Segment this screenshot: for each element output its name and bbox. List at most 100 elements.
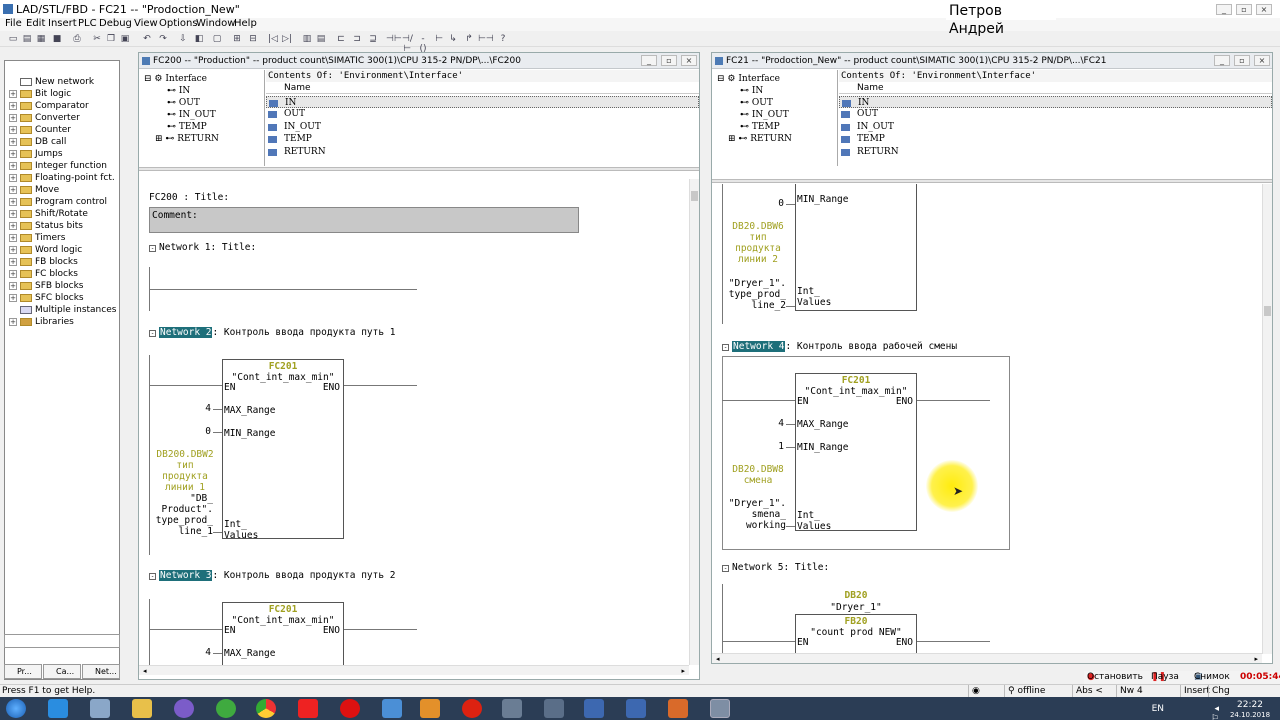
- expand-icon[interactable]: +: [9, 126, 17, 134]
- network-2-title[interactable]: - Network 2: Контроль ввода продукта путь…: [149, 327, 396, 338]
- prev-network-icon[interactable]: |◁: [268, 34, 278, 44]
- contents-row-in[interactable]: IN: [266, 96, 699, 108]
- collapse-icon[interactable]: -: [722, 344, 729, 351]
- iface-temp[interactable]: ⊷ TEMP: [740, 121, 780, 133]
- horizontal-scrollbar[interactable]: ◂ ▸: [139, 665, 689, 675]
- tray-icons[interactable]: ◂ ⚐ ▮ ◀): [1206, 704, 1222, 720]
- child-maximize-button[interactable]: ▫: [1234, 55, 1250, 66]
- catalog-item-jumps[interactable]: + Jumps: [5, 148, 119, 160]
- operand-symbol[interactable]: "Dryer_1".: [722, 278, 786, 289]
- block-comment-box[interactable]: Comment:: [149, 207, 579, 233]
- operand-symbol[interactable]: smena_: [722, 509, 786, 520]
- documents-icon[interactable]: [90, 699, 110, 718]
- close-button[interactable]: ×: [1256, 4, 1272, 15]
- expand-icon[interactable]: +: [9, 102, 17, 110]
- iface-in[interactable]: ⊷ IN: [167, 85, 190, 97]
- expand-icon[interactable]: +: [9, 246, 17, 254]
- menu-edit[interactable]: Edit: [26, 18, 45, 29]
- cfc-icon[interactable]: [584, 699, 604, 718]
- network-5-title[interactable]: - Network 5: Title:: [722, 562, 829, 573]
- instance-db-name[interactable]: "Dryer_1": [795, 602, 917, 613]
- catalog-item-multiple-instances[interactable]: Multiple instances: [5, 304, 119, 316]
- menu-options[interactable]: Options: [159, 18, 198, 29]
- nc-contact-icon[interactable]: ⊣/⊢: [402, 34, 413, 54]
- tab-networks[interactable]: Net...: [82, 664, 120, 679]
- block-title[interactable]: FC200 : Title:: [149, 192, 229, 203]
- operand-address[interactable]: DB20.DBW6: [722, 221, 794, 232]
- expand-icon[interactable]: +: [9, 150, 17, 158]
- collapse-icon[interactable]: -: [149, 573, 156, 580]
- expand-icon[interactable]: +: [9, 198, 17, 206]
- empty-box-icon[interactable]: ⊢: [434, 34, 444, 44]
- operand-symbol[interactable]: type_prod_: [149, 515, 213, 526]
- catalog-item-floating-point[interactable]: + Floating-point fct.: [5, 172, 119, 184]
- expand-icon[interactable]: +: [9, 234, 17, 242]
- module-info-icon[interactable]: ⊞: [232, 34, 242, 44]
- print-icon[interactable]: ⎙: [72, 34, 82, 44]
- catalog-item-integer-function[interactable]: + Integer function: [5, 160, 119, 172]
- operand-symbol[interactable]: "Dryer_1".: [722, 498, 786, 509]
- lad-icon[interactable]: ⊏: [336, 34, 346, 44]
- menu-file[interactable]: File: [5, 18, 22, 29]
- ref-data-icon[interactable]: ⊟: [248, 34, 258, 44]
- network-4-title[interactable]: - Network 4: Контроль ввода рабочей смены: [722, 341, 957, 352]
- child-close-button[interactable]: ×: [681, 55, 697, 66]
- vertical-scrollbar[interactable]: [689, 179, 699, 665]
- monitor-icon[interactable]: ◧: [194, 34, 204, 44]
- contents-row-in-out[interactable]: IN_OUT: [266, 121, 699, 133]
- instance-db[interactable]: DB20: [795, 590, 917, 601]
- chrome-icon[interactable]: [256, 699, 276, 718]
- min-range-value[interactable]: 1: [752, 441, 784, 452]
- catalog-item-sfc-blocks[interactable]: + SFC blocks: [5, 292, 119, 304]
- scroll-right-icon[interactable]: ▸: [681, 667, 685, 675]
- scroll-right-icon[interactable]: ▸: [1254, 655, 1258, 663]
- catalog-item-converter[interactable]: + Converter: [5, 112, 119, 124]
- iface-in[interactable]: ⊷ IN: [740, 85, 763, 97]
- minimize-button[interactable]: _: [1216, 4, 1232, 15]
- no-contact-icon[interactable]: ⊣⊢: [386, 34, 402, 44]
- fc201-block[interactable]: FC201 "Cont_int_max_min" EN ENO MAX_Rang…: [795, 373, 917, 532]
- catalog-item-timers[interactable]: + Timers: [5, 232, 119, 244]
- fc201-block[interactable]: FC201 "Cont_int_max_min" EN ENO MAX_Rang…: [222, 359, 344, 541]
- child-maximize-button[interactable]: ▫: [661, 55, 677, 66]
- undo-icon[interactable]: ↶: [142, 34, 152, 44]
- coil-icon[interactable]: -(): [418, 34, 428, 54]
- menu-plc[interactable]: PLC: [78, 18, 97, 29]
- maximize-button[interactable]: ▫: [1236, 4, 1252, 15]
- expand-icon[interactable]: +: [9, 174, 17, 182]
- iface-temp[interactable]: ⊷ TEMP: [167, 121, 207, 133]
- ie-icon[interactable]: [48, 699, 68, 718]
- expand-icon[interactable]: +: [9, 294, 17, 302]
- operand-symbol[interactable]: type_prod_: [722, 289, 786, 300]
- expand-icon[interactable]: +: [9, 138, 17, 146]
- catalog-item-counter[interactable]: + Counter: [5, 124, 119, 136]
- utorrent-icon[interactable]: [216, 699, 236, 718]
- details-icon[interactable]: ▤: [316, 34, 326, 44]
- clock-date[interactable]: 24.10.2018: [1226, 711, 1274, 719]
- catalog-item-shift-rotate[interactable]: + Shift/Rotate: [5, 208, 119, 220]
- yandex-icon[interactable]: [298, 699, 318, 718]
- cut-icon[interactable]: ✂: [92, 34, 102, 44]
- menu-window[interactable]: Window: [196, 18, 235, 29]
- expand-icon[interactable]: +: [9, 270, 17, 278]
- recorder-app-icon[interactable]: [668, 699, 688, 718]
- iface-in-out[interactable]: ⊷ IN_OUT: [167, 109, 216, 121]
- branch-icon[interactable]: ⊐: [352, 34, 362, 44]
- contents-row-return[interactable]: RETURN: [839, 146, 1272, 158]
- close-branch-icon[interactable]: ⊒: [368, 34, 378, 44]
- close-branch2-icon[interactable]: ↱: [464, 34, 474, 44]
- operand-symbol[interactable]: working: [722, 520, 786, 531]
- catalog-item-sfb-blocks[interactable]: + SFB blocks: [5, 280, 119, 292]
- scroll-thumb[interactable]: [1264, 306, 1271, 316]
- lad-editor-icon[interactable]: [710, 699, 730, 718]
- catalog-item-libraries[interactable]: + Libraries: [5, 316, 119, 328]
- help-icon[interactable]: ?: [498, 34, 508, 44]
- catalog-item-db-call[interactable]: + DB call: [5, 136, 119, 148]
- child-close-button[interactable]: ×: [1254, 55, 1270, 66]
- expand-icon[interactable]: +: [9, 282, 17, 290]
- open-icon[interactable]: ▤: [22, 34, 32, 44]
- scroll-left-icon[interactable]: ◂: [143, 667, 147, 675]
- splitter[interactable]: [712, 179, 1272, 183]
- iface-out[interactable]: ⊷ OUT: [167, 97, 200, 109]
- name-column-header[interactable]: Name: [266, 82, 699, 94]
